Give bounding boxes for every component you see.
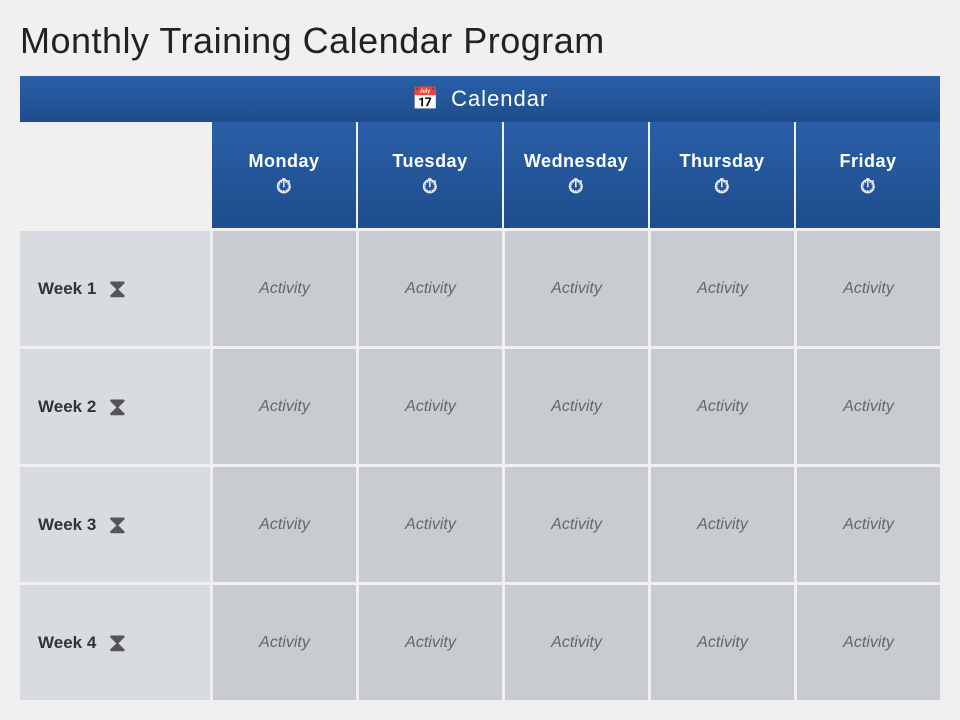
week-1-thursday-activity[interactable]: Activity [648,228,794,346]
week-3-thursday-activity[interactable]: Activity [648,464,794,582]
tuesday-icon: ⏱ [422,176,438,199]
week-1-tuesday-activity[interactable]: Activity [356,228,502,346]
week-2-wednesday-activity[interactable]: Activity [502,346,648,464]
week-3-tuesday-activity[interactable]: Activity [356,464,502,582]
week-2-friday-activity[interactable]: Activity [794,346,940,464]
monday-icon: ⏱ [276,176,292,199]
week-4-thursday-activity[interactable]: Activity [648,582,794,700]
header-empty-cell [20,122,210,228]
week-2-icon: ⧗ [108,391,126,423]
day-header-monday: Monday ⏱ [210,122,356,228]
page: Monthly Training Calendar Program 📅 Cale… [0,0,960,720]
week-2-label-cell: Week 2 ⧗ [20,346,210,464]
calendar-header-bar: 📅 Calendar [20,76,940,122]
wednesday-icon: ⏱ [568,176,584,199]
week-1-monday-activity[interactable]: Activity [210,228,356,346]
calendar-label: Calendar [451,86,548,112]
week-3-label-cell: Week 3 ⧗ [20,464,210,582]
day-header-wednesday: Wednesday ⏱ [502,122,648,228]
friday-icon: ⏱ [860,176,876,199]
week-1-label-cell: Week 1 ⧗ [20,228,210,346]
calendar-grid: Monday ⏱ Tuesday ⏱ Wednesday ⏱ Thursday … [20,122,940,700]
week-3-friday-activity[interactable]: Activity [794,464,940,582]
week-4-icon: ⧗ [108,627,126,659]
week-3-monday-activity[interactable]: Activity [210,464,356,582]
week-1-icon: ⧗ [108,273,126,305]
day-header-thursday: Thursday ⏱ [648,122,794,228]
week-2-monday-activity[interactable]: Activity [210,346,356,464]
week-2-tuesday-activity[interactable]: Activity [356,346,502,464]
tuesday-label: Tuesday [392,151,467,172]
week-2-thursday-activity[interactable]: Activity [648,346,794,464]
week-4-friday-activity[interactable]: Activity [794,582,940,700]
week-3-icon: ⧗ [108,509,126,541]
page-title: Monthly Training Calendar Program [20,20,940,62]
week-4-tuesday-activity[interactable]: Activity [356,582,502,700]
week-3-wednesday-activity[interactable]: Activity [502,464,648,582]
day-header-tuesday: Tuesday ⏱ [356,122,502,228]
thursday-icon: ⏱ [714,176,730,199]
week-3-label: Week 3 [38,515,96,535]
day-header-friday: Friday ⏱ [794,122,940,228]
week-2-label: Week 2 [38,397,96,417]
friday-label: Friday [839,151,896,172]
calendar-icon: 📅 [412,86,439,112]
week-4-monday-activity[interactable]: Activity [210,582,356,700]
week-1-label: Week 1 [38,279,96,299]
thursday-label: Thursday [679,151,764,172]
week-4-wednesday-activity[interactable]: Activity [502,582,648,700]
week-4-label: Week 4 [38,633,96,653]
week-4-label-cell: Week 4 ⧗ [20,582,210,700]
week-1-friday-activity[interactable]: Activity [794,228,940,346]
monday-label: Monday [248,151,319,172]
week-1-wednesday-activity[interactable]: Activity [502,228,648,346]
wednesday-label: Wednesday [524,151,628,172]
